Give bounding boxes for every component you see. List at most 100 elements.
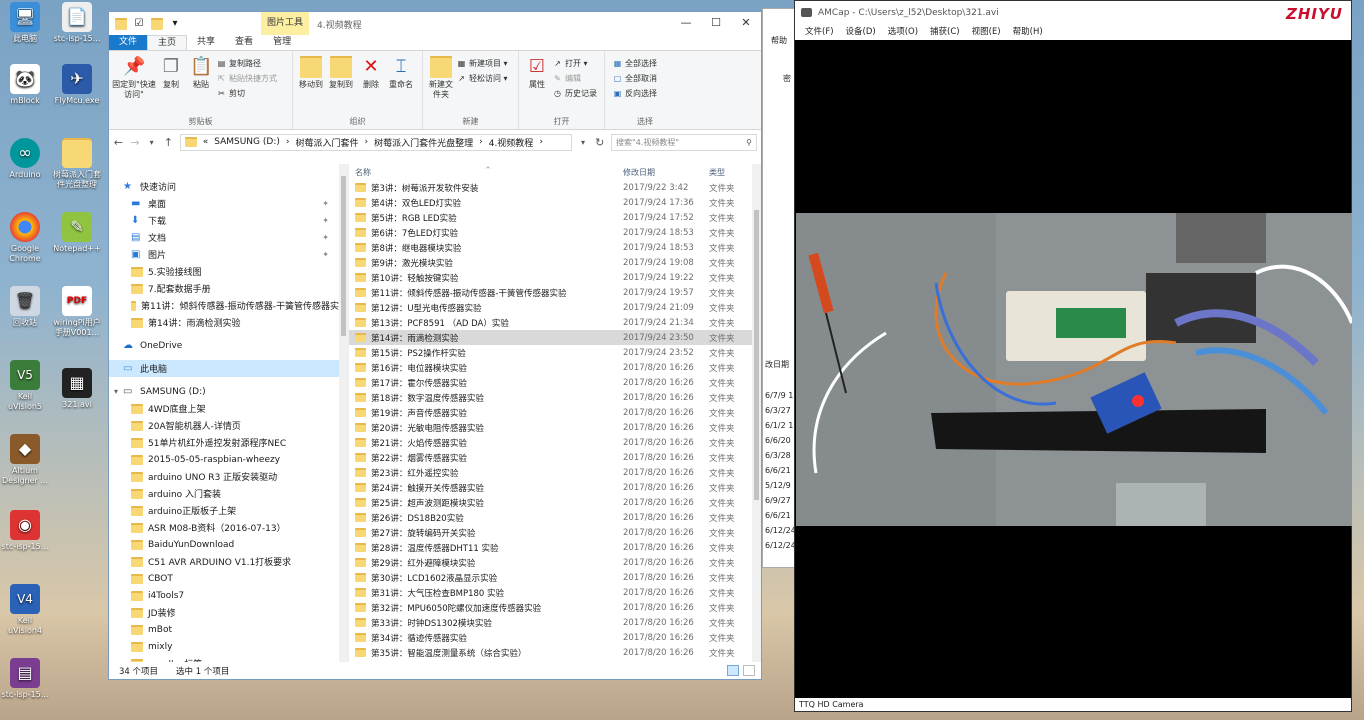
menu-options[interactable]: 选项(O) (882, 24, 924, 40)
nav-pinned-item[interactable]: ▤ 文档 ✦ (109, 229, 339, 246)
copy-path-button[interactable]: ▤ 复制路径 (216, 56, 281, 71)
table-row[interactable]: 第5讲：RGB LED实验 2017/9/24 17:52 文件夹 (349, 210, 752, 225)
select-all-button[interactable]: ▦ 全部选择 (612, 56, 661, 71)
table-row[interactable]: 第19讲：声音传感器实验 2017/8/20 16:26 文件夹 (349, 405, 752, 420)
nav-drive-folder[interactable]: 20A智能机器人-详情页 (109, 417, 339, 434)
table-row[interactable]: 第14讲：雨滴检测实验 2017/9/24 23:50 文件夹 (349, 330, 752, 345)
nav-drive-folder[interactable]: C51 AVR ARDUINO V1.1打板要求 (109, 553, 339, 570)
nav-drive-folder[interactable]: arduino正版板子上架 (109, 502, 339, 519)
nav-drive-folder[interactable]: 2015-05-05-raspbian-wheezy (109, 451, 339, 468)
pin-icon[interactable]: ✦ (322, 233, 329, 242)
tab-manage[interactable]: 管理 (263, 35, 301, 50)
back-arrow-icon[interactable]: ← (113, 136, 124, 149)
up-arrow-icon[interactable]: ↑ (163, 136, 174, 149)
nav-onedrive[interactable]: ☁ OneDrive (109, 337, 339, 354)
table-row[interactable]: 第17讲：霍尔传感器实验 2017/8/20 16:26 文件夹 (349, 375, 752, 390)
desktop-icon-keil4[interactable]: V4 Keil uVision4 (0, 584, 50, 636)
nav-drive-folder[interactable]: 51单片机红外遥控发射源程序NEC (109, 434, 339, 451)
nav-recent-folder[interactable]: 第14讲：雨滴检测实验 (109, 314, 339, 331)
edit-button[interactable]: ✎ 编辑 (552, 71, 601, 86)
easy-access-button[interactable]: ↗ 轻松访问 ▾ (456, 71, 512, 86)
file-explorer-window[interactable]: ☑ ▾ 图片工具 4.视频教程 — ☐ ✕ 文件 主页 共享 查看 管理 📌 固定… (108, 11, 762, 680)
table-row[interactable]: 第23讲：红外遥控实验 2017/8/20 16:26 文件夹 (349, 465, 752, 480)
table-row[interactable]: 第22讲：烟雾传感器实验 2017/8/20 16:26 文件夹 (349, 450, 752, 465)
table-row[interactable]: 第32讲：MPU6050陀螺仪加速度传感器实验 2017/8/20 16:26 文件… (349, 600, 752, 615)
minimize-button[interactable]: — (671, 12, 701, 34)
refresh-icon[interactable]: ↻ (594, 136, 605, 149)
nav-this-pc[interactable]: ▭ 此电脑 (109, 360, 339, 377)
close-button[interactable]: ✕ (731, 12, 761, 34)
table-row[interactable]: 第12讲：U型光电传感器实验 2017/9/24 21:09 文件夹 (349, 300, 752, 315)
table-row[interactable]: 第31讲：大气压检查BMP180 实验 2017/8/20 16:26 文件夹 (349, 585, 752, 600)
forward-arrow-icon[interactable]: → (130, 136, 141, 149)
breadcrumb-drive[interactable]: SAMSUNG (D:) (214, 137, 280, 147)
new-item-button[interactable]: ▦ 新建项目 ▾ (456, 56, 512, 71)
nav-drive-folder[interactable]: CBOT (109, 570, 339, 587)
table-row[interactable]: 第13讲：PCF8591 （AD DA）实验 2017/9/24 21:34 文件夹 (349, 315, 752, 330)
recent-chevron-icon[interactable]: ▾ (146, 138, 157, 147)
nav-recent-folder[interactable]: 5.实验接线图 (109, 263, 339, 280)
nav-drive-folder[interactable]: parallax标签 (109, 655, 339, 662)
tab-file[interactable]: 文件 (109, 35, 148, 50)
open-button[interactable]: ↗ 打开 ▾ (552, 56, 601, 71)
desktop-icon-mblock[interactable]: 🐼 mBlock (0, 64, 50, 106)
table-row[interactable]: 第18讲：数字温度传感器实验 2017/8/20 16:26 文件夹 (349, 390, 752, 405)
menu-capture[interactable]: 捕获(C) (924, 24, 966, 40)
table-row[interactable]: 第21讲：火焰传感器实验 2017/8/20 16:26 文件夹 (349, 435, 752, 450)
tab-home[interactable]: 主页 (147, 35, 188, 50)
table-row[interactable]: 第10讲：轻触按键实验 2017/9/24 19:22 文件夹 (349, 270, 752, 285)
menu-help[interactable]: 帮助(H) (1007, 24, 1049, 40)
table-row[interactable]: 第29讲：红外避障模块实验 2017/8/20 16:26 文件夹 (349, 555, 752, 570)
pin-icon[interactable]: ✦ (322, 250, 329, 259)
desktop-icon-keil5[interactable]: V5 Keil uVision5 (0, 360, 50, 412)
table-row[interactable]: 第8讲：继电器模块实验 2017/9/24 18:53 文件夹 (349, 240, 752, 255)
column-header-name[interactable]: 名称 (355, 167, 371, 178)
breadcrumb-videos[interactable]: 4.视频教程 (489, 136, 534, 149)
desktop-icon-wiringpi-pdf[interactable]: PDF wiringPi用户手册V001... (52, 286, 102, 338)
desktop-icon-arduino[interactable]: ∞ Arduino (0, 138, 50, 180)
pin-icon[interactable]: ✦ (322, 199, 329, 208)
nav-drive-folder[interactable]: arduino UNO R3 正版安装驱动 (109, 468, 339, 485)
tab-share[interactable]: 共享 (187, 35, 225, 50)
table-row[interactable]: 第6讲：7色LED灯实验 2017/9/24 18:53 文件夹 (349, 225, 752, 240)
breadcrumb-disc[interactable]: 树莓派入门套件光盘整理 (374, 136, 473, 149)
table-row[interactable]: 第27讲：旋转编码开关实验 2017/8/20 16:26 文件夹 (349, 525, 752, 540)
expand-chevron-icon[interactable]: ▾ (114, 387, 118, 396)
nav-pinned-item[interactable]: ▣ 图片 ✦ (109, 246, 339, 263)
cut-button[interactable]: ✂ 剪切 (216, 86, 281, 101)
large-icons-view-icon[interactable] (743, 665, 755, 676)
nav-drive-folder[interactable]: JD装修 (109, 604, 339, 621)
details-view-icon[interactable] (727, 665, 739, 676)
desktop-icon-recycle-bin[interactable]: 🗑 回收站 (0, 286, 50, 328)
desktop-icon-altium[interactable]: ◆ Altium Designer ... (0, 434, 50, 486)
table-row[interactable]: 第24讲：触摸开关传感器实验 2017/8/20 16:26 文件夹 (349, 480, 752, 495)
desktop-icon-stc-isp-3[interactable]: ▤ stc-isp-15... (0, 658, 50, 700)
nav-drive-folder[interactable]: i4Tools7 (109, 587, 339, 604)
table-row[interactable]: 第9讲：激光模块实验 2017/9/24 19:08 文件夹 (349, 255, 752, 270)
table-row[interactable]: 第35讲：智能温度测量系统（综合实验） 2017/8/20 16:26 文件夹 (349, 645, 752, 660)
amcap-window[interactable]: AMCap - C:\Users\z_l52\Desktop\321.avi Z… (794, 0, 1352, 712)
paste-shortcut-button[interactable]: ⇱ 粘贴快捷方式 (216, 71, 281, 86)
menu-devices[interactable]: 设备(D) (840, 24, 882, 40)
desktop-icon-raspi-folder[interactable]: 树莓派入门套件光盘整理 (52, 138, 102, 190)
table-row[interactable]: 第15讲：PS2操作杆实验 2017/9/24 23:52 文件夹 (349, 345, 752, 360)
nav-pinned-item[interactable]: ⬇ 下载 ✦ (109, 212, 339, 229)
address-dropdown-icon[interactable]: ▾ (578, 138, 589, 147)
desktop-icon-notepadpp[interactable]: ✎ Notepad++ (52, 212, 102, 254)
table-row[interactable]: 第20讲：光敏电阻传感器实验 2017/8/20 16:26 文件夹 (349, 420, 752, 435)
nav-drive-folder[interactable]: BaiduYunDownload (109, 536, 339, 553)
select-none-button[interactable]: ▢ 全部取消 (612, 71, 661, 86)
nav-drive[interactable]: ▾ ▭ SAMSUNG (D:) (109, 383, 339, 400)
table-row[interactable]: 第33讲：时钟DS1302模块实验 2017/8/20 16:26 文件夹 (349, 615, 752, 630)
maximize-button[interactable]: ☐ (701, 12, 731, 34)
nav-recent-folder[interactable]: 第11讲：倾斜传感器-振动传感器-干簧管传感器实 (109, 297, 339, 314)
invert-selection-button[interactable]: ▣ 反向选择 (612, 86, 661, 101)
desktop-icon-avi[interactable]: ▦ 321.avi (52, 368, 102, 410)
nav-quick-access[interactable]: ★ 快速访问 (109, 178, 339, 195)
nav-drive-folder[interactable]: arduino 入门套装 (109, 485, 339, 502)
desktop-icon-this-pc[interactable]: 🖥 此电脑 (0, 2, 50, 44)
search-input[interactable]: 搜索"4.视频教程" ⚲ (611, 133, 758, 151)
table-row[interactable]: 第28讲：温度传感器DHT11 实验 2017/8/20 16:26 文件夹 (349, 540, 752, 555)
menu-view[interactable]: 视图(E) (966, 24, 1007, 40)
table-row[interactable]: 第11讲：倾斜传感器-振动传感器-干簧管传感器实验 2017/9/24 19:57… (349, 285, 752, 300)
